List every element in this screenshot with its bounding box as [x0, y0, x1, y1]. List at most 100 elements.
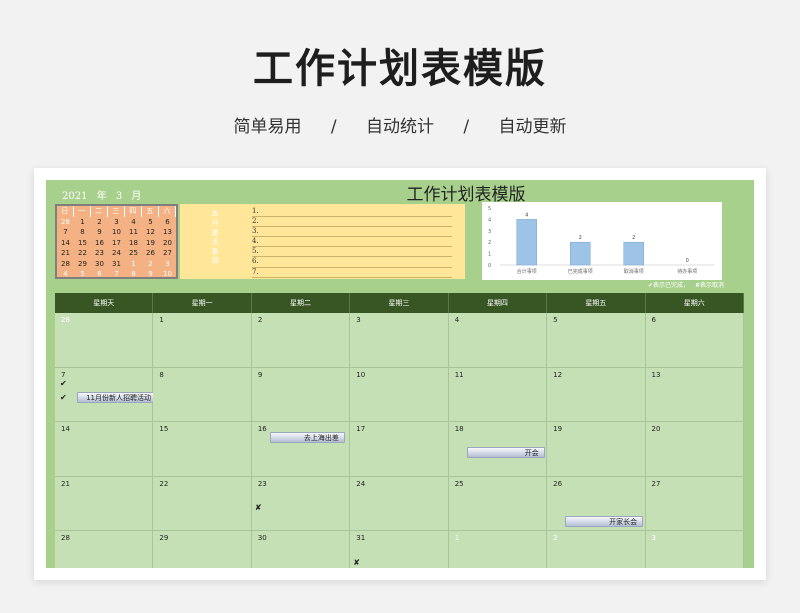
mini-cal-week: 28 1 2 3 4 5 6 — [57, 217, 176, 228]
mini-cal-day: 7 — [63, 228, 68, 237]
year-unit: 年 — [96, 191, 107, 202]
subtitle-auto-stat: 自动统计 — [366, 117, 434, 137]
event-parents[interactable]: 开家长会 — [565, 515, 644, 527]
calendar-week-row: 28 29 30 31 ✘ 1 2 3 — [55, 531, 744, 568]
calendar-day-cell[interactable]: 28 — [55, 531, 154, 568]
calendar-day-cell[interactable]: 6 — [645, 313, 744, 368]
calendar-day-cell[interactable]: 18 开会 — [448, 422, 548, 477]
calendar-day-cell[interactable]: 15 — [153, 422, 252, 477]
key-item-7[interactable]: 7. — [252, 268, 452, 278]
mini-cal-day: 6 — [165, 217, 170, 226]
mini-cal-day: 7 — [114, 270, 119, 279]
day-number: 30 — [257, 534, 267, 542]
mini-cal-day: 23 — [95, 249, 104, 258]
calendar-day-cell[interactable]: 31 ✘ — [350, 531, 449, 568]
monthly-key-items: 本月重点事项 1. 2. 3. 4. 5. 6. 7. — [180, 204, 465, 279]
calendar-day-cell[interactable]: 10 — [350, 367, 449, 422]
calendar-day-cell[interactable]: 1 — [448, 531, 548, 568]
year-value[interactable]: 2021 — [62, 191, 87, 202]
calendar-day-cell[interactable]: 24 — [350, 476, 449, 531]
calendar-day-cell[interactable]: 7 ✔ ✔ 11月份新人招聘活动 — [55, 367, 157, 422]
calendar-day-cell[interactable]: 26 开家长会 — [547, 476, 646, 531]
cross-mark-icon[interactable]: ✘ — [255, 503, 262, 512]
calendar-day-cell[interactable]: 23 ✘ — [251, 476, 351, 531]
calendar-day-cell[interactable]: 9 — [251, 367, 351, 422]
mini-cal-header: 六 — [158, 206, 177, 217]
mini-cal-header: 四 — [124, 206, 142, 217]
month-value[interactable]: 3 — [116, 191, 122, 202]
calendar-day-cell[interactable]: 1 — [153, 313, 252, 368]
chart-bar — [623, 241, 644, 266]
key-item-1[interactable]: 1. — [252, 207, 452, 218]
calendar-day-cell[interactable]: 17 — [350, 422, 449, 477]
check-mark-icon[interactable]: ✔ — [60, 379, 67, 388]
event-meeting[interactable]: 开会 — [466, 447, 545, 458]
chart-y-tick: 4 — [488, 217, 491, 223]
mini-cal-header: 五 — [141, 206, 159, 217]
key-item-6[interactable]: 6. — [252, 257, 452, 268]
calendar-day-cell[interactable]: 22 — [153, 476, 252, 531]
event-trip[interactable]: 去上海出差 — [269, 432, 345, 443]
day-number: 29 — [159, 534, 169, 542]
chart-bar — [516, 219, 537, 266]
chart-bar — [570, 241, 591, 266]
day-number: 9 — [257, 370, 263, 379]
mini-cal-day: 9 — [97, 228, 102, 237]
calendar-day-cell[interactable]: 25 — [448, 476, 548, 531]
calendar-day-cell[interactable]: 20 — [645, 422, 744, 477]
calendar-day-cell[interactable]: 27 — [645, 476, 744, 531]
calendar-day-cell[interactable]: 12 — [547, 367, 646, 422]
chart-data-label: 2 — [579, 235, 582, 241]
cross-mark-icon[interactable]: ✘ — [353, 558, 360, 567]
calendar-day-cell[interactable]: 13 — [645, 367, 744, 422]
mini-calendar: 日 一 二 三 四 五 六 28 1 2 3 4 5 6 7 8 9 10 11 12 13 14 15 16 1… — [55, 204, 178, 279]
chart-category-label: 取消事项 — [624, 268, 644, 275]
calendar-day-cell[interactable]: 30 — [251, 531, 351, 568]
calendar-day-cell[interactable]: 16 去上海出差 — [251, 422, 351, 477]
check-mark-icon[interactable]: ✔ — [60, 393, 67, 402]
mini-cal-day: 2 — [148, 259, 153, 268]
calendar-day-cell[interactable]: 2 — [251, 313, 351, 368]
mini-cal-week: 4 5 6 7 8 9 10 — [57, 269, 176, 280]
calendar-day-cell[interactable]: 5 — [547, 313, 646, 368]
day-number: 28 — [61, 534, 70, 542]
key-item-3[interactable]: 3. — [252, 227, 452, 238]
mini-cal-day: 11 — [129, 228, 138, 237]
calendar-day-cell[interactable]: 21 — [55, 476, 154, 531]
key-item-2[interactable]: 2. — [252, 217, 452, 228]
calendar-day-cell[interactable]: 3 — [645, 531, 744, 568]
page-title: 工作计划表模版 — [253, 46, 547, 92]
calendar-header: 星期天 星期一 星期二 星期三 星期四 星期五 星期六 — [55, 293, 744, 313]
calendar-day-cell[interactable]: 8 — [153, 367, 252, 422]
mini-cal-day: 25 — [129, 249, 138, 258]
mini-cal-day: 10 — [112, 228, 121, 237]
mini-cal-day: 8 — [80, 228, 85, 237]
mini-cal-header: 一 — [73, 206, 91, 217]
chart-data-label: 4 — [525, 212, 528, 218]
calendar-week-row: 28 1 2 3 4 5 6 — [55, 313, 744, 368]
calendar-day-cell[interactable]: 14 — [55, 422, 154, 477]
event-recruit[interactable]: 11月份新人招聘活动 — [77, 391, 157, 403]
calendar-day-cell[interactable]: 2 — [547, 531, 646, 568]
day-number: 11 — [454, 370, 464, 379]
calendar-day-cell[interactable]: 3 — [350, 313, 449, 368]
day-number: 2 — [257, 316, 263, 324]
mini-cal-day: 1 — [80, 217, 85, 226]
spreadsheet-preview: 2021 年 3 月 工作计划表模版 日 一 二 三 四 五 六 28 1 2 3 4 5… — [46, 180, 754, 568]
calendar-day-cell[interactable]: 28 — [55, 313, 154, 368]
key-item-4[interactable]: 4. — [252, 237, 452, 248]
key-item-5[interactable]: 5. — [252, 247, 452, 258]
day-number: 22 — [159, 479, 169, 488]
day-number: 31 — [356, 534, 366, 542]
mini-cal-day: 16 — [95, 238, 104, 247]
mini-cal-day: 5 — [148, 217, 153, 226]
year-month-selector[interactable]: 2021 年 3 月 — [62, 187, 147, 202]
mini-cal-day: 18 — [129, 238, 138, 247]
day-number: 10 — [356, 370, 366, 379]
legend-done: ✔表示已完成， — [648, 282, 690, 289]
day-number: 24 — [356, 479, 366, 488]
calendar-day-cell[interactable]: 29 — [153, 531, 252, 568]
calendar-day-cell[interactable]: 19 — [547, 422, 646, 477]
calendar-day-cell[interactable]: 4 — [448, 313, 548, 368]
calendar-day-cell[interactable]: 11 — [448, 367, 548, 422]
